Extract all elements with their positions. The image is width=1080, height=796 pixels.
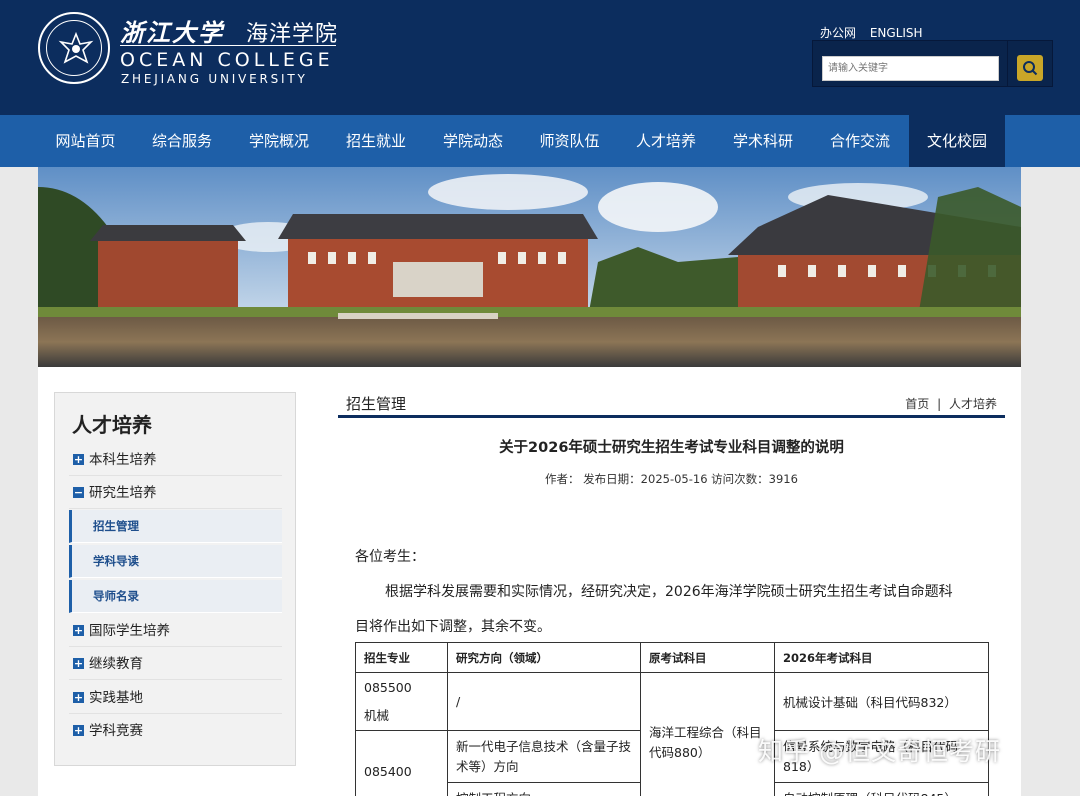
- sidebar-item-undergraduate[interactable]: + 本科生培养: [69, 444, 282, 476]
- breadcrumb-current-link[interactable]: 人才培养: [949, 397, 997, 411]
- breadcrumb-separator: |: [937, 397, 942, 411]
- table-cell-direction: 控制工程方向: [447, 782, 641, 796]
- table-cell-direction: 新一代电子信息技术（含量子技术等）方向: [447, 730, 641, 783]
- article-paragraph-line2: 目将作出如下调整，其余不变。: [355, 619, 551, 635]
- expand-plus-icon: +: [73, 453, 84, 466]
- expand-plus-icon: +: [73, 624, 84, 637]
- nav-item-research[interactable]: 学术科研: [715, 115, 811, 167]
- nav-item-home[interactable]: 网站首页: [38, 115, 133, 167]
- sidebar-item-competitions[interactable]: + 学科竞赛: [69, 715, 282, 747]
- table-header-row: 招生专业 研究方向（领域） 原考试科目 2026年考试科目: [355, 642, 989, 673]
- table-header-cell: 2026年考试科目: [774, 642, 989, 673]
- sidebar-title: 人才培养: [72, 413, 152, 437]
- university-name-cn: 浙江大学: [120, 18, 224, 47]
- table-header-cell: 研究方向（领域）: [447, 642, 641, 673]
- top-links: 办公网 ENGLISH: [820, 24, 933, 41]
- table-cell-new-subject: 机械设计基础（科目代码832）: [774, 672, 989, 731]
- main-nav: 网站首页 综合服务 学院概况 招生就业 学院动态 师资队伍 人才培养 学术科研 …: [0, 115, 1080, 167]
- zhihu-watermark: 知乎 @恒文奇恒考研: [758, 737, 1001, 766]
- nav-item-services[interactable]: 综合服务: [134, 115, 230, 167]
- nav-item-news[interactable]: 学院动态: [425, 115, 521, 167]
- nav-item-campus-culture[interactable]: 文化校园: [909, 115, 1005, 167]
- collapse-minus-icon: −: [73, 486, 84, 499]
- search-input[interactable]: [822, 56, 999, 81]
- expand-plus-icon: +: [73, 724, 84, 737]
- sidebar-item-label: 国际学生培养: [89, 623, 170, 639]
- sidebar-item-label: 继续教育: [89, 656, 143, 672]
- table-header-cell: 招生专业: [355, 642, 448, 673]
- table-row: 085500 机械 / 海洋工程综合（科目代码880） 机械设计基础（科目代码8…: [355, 672, 989, 796]
- section-header: 招生管理 首页 | 人才培养: [338, 392, 1005, 418]
- search-button[interactable]: [1017, 55, 1043, 81]
- sidebar-item-graduate[interactable]: − 研究生培养: [69, 477, 282, 509]
- seal-emblem-icon: [58, 32, 94, 64]
- table-cell-new-subject: 自动控制原理（科目代码845）: [774, 782, 989, 796]
- sidebar-subitem-supervisors[interactable]: 导师名录: [69, 580, 282, 613]
- article-title: 关于2026年硕士研究生招生考试专业科目调整的说明: [499, 440, 844, 456]
- table-cell-direction: /: [447, 672, 641, 731]
- sidebar-item-label: 实践基地: [89, 690, 143, 706]
- major-code: 085500: [364, 679, 412, 695]
- search-icon: [1023, 61, 1038, 76]
- university-name-en: ZHEJIANG UNIVERSITY: [121, 72, 308, 86]
- expand-plus-icon: +: [73, 657, 84, 670]
- college-name-cn: 海洋学院: [246, 22, 339, 47]
- sidebar-subitem-admissions[interactable]: 招生管理: [69, 510, 282, 543]
- major-name: 机械: [364, 707, 390, 723]
- table-cell-old-subject: 海洋工程综合（科目代码880）: [640, 672, 775, 796]
- sidebar-item-label: 学科竞赛: [89, 723, 143, 739]
- breadcrumb: 首页 | 人才培养: [905, 395, 997, 412]
- breadcrumb-home-link[interactable]: 首页: [905, 397, 929, 411]
- sidebar-item-continuing-education[interactable]: + 继续教育: [69, 648, 282, 680]
- sidebar-item-practice-base[interactable]: + 实践基地: [69, 682, 282, 714]
- article-meta: 作者： 发布日期：2025-05-16 访问次数：3916: [545, 472, 798, 486]
- search-divider: [1007, 41, 1008, 86]
- sidebar-item-label: 本科生培养: [89, 452, 157, 468]
- english-link[interactable]: ENGLISH: [870, 26, 923, 40]
- search-box: [812, 40, 1053, 87]
- sidebar: 人才培养 + 本科生培养 − 研究生培养 招生管理 学科导读 导师名录 + 国际…: [54, 392, 296, 766]
- nav-item-cooperation[interactable]: 合作交流: [812, 115, 908, 167]
- article-paragraph-line1: 根据学科发展需要和实际情况，经研究决定，2026年海洋学院硕士研究生招生考试自命…: [385, 584, 953, 600]
- sidebar-item-label: 研究生培养: [89, 485, 157, 501]
- logo-divider: [120, 45, 336, 46]
- campus-banner-image: [38, 167, 1021, 367]
- campus-photo: [38, 167, 1021, 367]
- table-header-cell: 原考试科目: [640, 642, 775, 673]
- college-name-en: OCEAN COLLEGE: [120, 49, 334, 71]
- table-cell-major-code: 085400: [355, 730, 448, 796]
- university-seal-logo[interactable]: [38, 12, 110, 84]
- nav-item-about[interactable]: 学院概况: [231, 115, 327, 167]
- nav-item-education[interactable]: 人才培养: [618, 115, 714, 167]
- sidebar-subitem-discipline-guide[interactable]: 学科导读: [69, 545, 282, 578]
- nav-item-faculty[interactable]: 师资队伍: [522, 115, 617, 167]
- table-cell-major: 085500 机械: [355, 672, 448, 731]
- expand-plus-icon: +: [73, 691, 84, 704]
- sidebar-item-international[interactable]: + 国际学生培养: [69, 615, 282, 647]
- article-greeting: 各位考生：: [355, 549, 425, 565]
- section-title: 招生管理: [346, 395, 407, 413]
- nav-item-admissions[interactable]: 招生就业: [328, 115, 424, 167]
- office-link[interactable]: 办公网: [820, 26, 856, 40]
- site-header: 浙江大学 海洋学院 OCEAN COLLEGE ZHEJIANG UNIVERS…: [0, 0, 1080, 115]
- subject-adjustment-table: 招生专业 研究方向（领域） 原考试科目 2026年考试科目 085500 机械 …: [355, 642, 989, 796]
